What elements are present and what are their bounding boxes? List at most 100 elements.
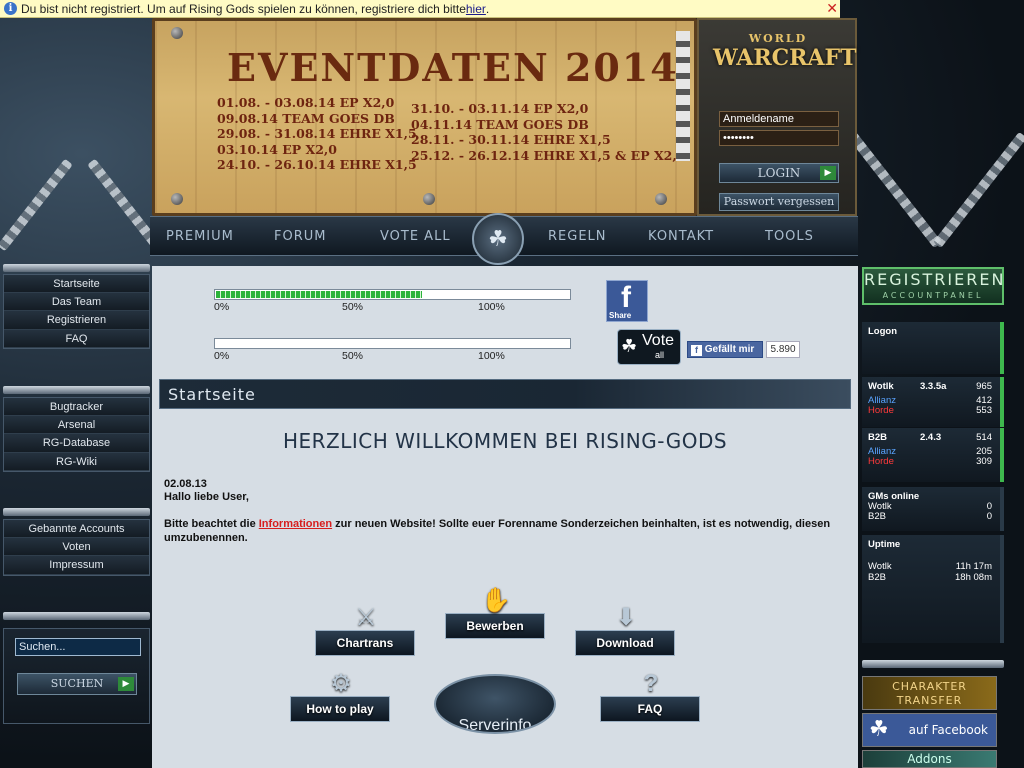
chain-decoration-left xyxy=(0,158,73,252)
password-input[interactable] xyxy=(719,130,839,146)
news-date: 02.08.13 xyxy=(164,478,207,490)
welcome-title: HERZLICH WILLKOMMEN BEI RISING-GODS xyxy=(282,429,728,453)
vote-progress-bar xyxy=(214,289,571,300)
download-tile[interactable]: ⬇ Download xyxy=(575,604,675,656)
download-icon: ⬇ xyxy=(615,604,637,631)
progress-label-50: 50% xyxy=(342,350,364,362)
horde-label: Horde xyxy=(868,405,894,416)
realm-name: B2B xyxy=(868,432,888,443)
horde-label: Horde xyxy=(868,456,894,467)
wow-logo: WORLD WARCRAFT xyxy=(713,32,857,71)
how-to-play-tile[interactable]: ⚙ How to play xyxy=(290,670,390,722)
nav-tools[interactable]: TOOLS xyxy=(765,229,814,244)
realm-version: 2.4.3 xyxy=(920,432,942,443)
menu-item-registrieren[interactable]: Registrieren xyxy=(4,311,149,330)
menu-item-bugtracker[interactable]: Bugtracker xyxy=(4,398,149,417)
facebook-share-button[interactable]: f Share xyxy=(606,280,648,322)
facebook-banner[interactable]: ☘ auf Facebook xyxy=(862,713,997,747)
realm-total: 965 xyxy=(976,381,992,392)
nav-vote-all[interactable]: VOTE ALL xyxy=(380,229,451,244)
menu-item-faq[interactable]: FAQ xyxy=(4,329,149,348)
register-here-link[interactable]: hier xyxy=(466,2,486,16)
chain-decoration-right xyxy=(847,131,943,249)
gears-icon: ⚙ xyxy=(330,670,352,697)
close-icon[interactable]: ✕ xyxy=(826,0,838,17)
nav-premium[interactable]: PREMIUM xyxy=(166,229,234,244)
event-line: 31.10. - 03.11.14 EP X2,0 xyxy=(411,101,589,116)
forgot-password-button[interactable]: Passwort vergessen xyxy=(719,193,839,211)
progress-label-100: 100% xyxy=(478,301,505,313)
b2b-status: B2B 2.4.3 514 Allianz 205 Horde 309 xyxy=(862,428,1004,482)
menu-item-gebannte-accounts[interactable]: Gebannte Accounts xyxy=(4,520,149,539)
event-line: 03.10.14 EP X2,0 xyxy=(217,141,337,157)
event-list-right: 31.10. - 03.11.14 EP X2,0 04.11.14 TEAM … xyxy=(411,101,685,163)
menu-separator xyxy=(3,612,150,620)
rivet-icon xyxy=(423,193,435,205)
rivet-icon xyxy=(171,27,183,39)
username-input[interactable] xyxy=(719,111,839,127)
main-content: 0% 50% 100% 0% 50% 100% f Share ☘ Vote a… xyxy=(152,266,858,768)
menu-item-startseite[interactable]: Startseite xyxy=(4,275,149,294)
rising-gods-logo-icon: ☘ xyxy=(621,336,638,356)
menu-item-arsenal[interactable]: Arsenal xyxy=(4,416,149,435)
register-accountpanel-button[interactable]: REGISTRIEREN ACCOUNTPANEL xyxy=(862,267,1004,305)
search-panel: SUCHEN ▶ xyxy=(3,628,150,724)
nav-forum[interactable]: FORUM xyxy=(274,229,326,244)
menu-item-impressum[interactable]: Impressum xyxy=(4,556,149,575)
left-menu-group-1: Startseite Das Team Registrieren FAQ xyxy=(3,274,150,349)
search-button[interactable]: SUCHEN ▶ xyxy=(17,673,137,695)
menu-item-rg-database[interactable]: RG-Database xyxy=(4,434,149,453)
progress-label-100: 100% xyxy=(478,350,505,362)
horde-count: 309 xyxy=(976,456,992,467)
news-body: Bitte beachtet die Informationen zur neu… xyxy=(164,518,831,544)
login-panel: WORLD WARCRAFT LOGIN ▶ Passwort vergesse… xyxy=(697,18,857,216)
logon-label: Logon xyxy=(868,326,898,337)
realm-name: Wotlk xyxy=(868,381,894,392)
faq-tile[interactable]: ? FAQ xyxy=(600,670,700,722)
like-count: 5.890 xyxy=(766,341,800,358)
event-line: 01.08. - 03.08.14 EP X2,0 xyxy=(217,95,395,110)
uptime-status: Uptime Wotlk 11h 17m B2B 18h 08m xyxy=(862,535,1004,643)
progress-label-0: 0% xyxy=(214,301,230,313)
event-line: 29.08. - 31.08.14 EHRE X1,5 xyxy=(217,126,417,141)
menu-separator xyxy=(3,264,150,272)
chartrans-tile[interactable]: ⚔ Chartrans xyxy=(315,604,415,656)
section-header: Startseite xyxy=(159,379,851,409)
search-input[interactable] xyxy=(15,638,141,656)
left-menu-group-2: Bugtracker Arsenal RG-Database RG-Wiki xyxy=(3,397,150,472)
event-list-left: 01.08. - 03.08.14 EP X2,0 09.08.14 TEAM … xyxy=(217,95,417,173)
menu-separator xyxy=(862,660,1004,668)
event-line: 25.12. - 26.12.14 EHRE X1,5 & EP X2,0 xyxy=(411,147,686,163)
notice-end: . xyxy=(485,1,490,16)
facebook-icon: f xyxy=(691,345,702,356)
facebook-icon: f xyxy=(621,281,631,314)
event-line: 09.08.14 TEAM GOES DB xyxy=(217,110,395,126)
informationen-link[interactable]: Informationen xyxy=(259,518,332,530)
nav-regeln[interactable]: REGELN xyxy=(548,229,607,244)
serverinfo-button[interactable]: Serverinfo xyxy=(434,674,556,734)
info-icon: i xyxy=(4,2,17,15)
wotlk-status: Wotlk 3.3.5a 965 Allianz 412 Horde 553 xyxy=(862,377,1004,427)
horde-count: 553 xyxy=(976,405,992,416)
nav-kontakt[interactable]: KONTAKT xyxy=(648,229,714,244)
question-icon: ? xyxy=(643,670,659,697)
menu-item-das-team[interactable]: Das Team xyxy=(4,293,149,312)
event-line: 28.11. - 30.11.14 EHRE X1,5 xyxy=(411,132,611,147)
vote-all-button[interactable]: ☘ Vote all xyxy=(617,329,681,365)
rivet-icon xyxy=(655,193,667,205)
login-button[interactable]: LOGIN ▶ xyxy=(719,163,839,183)
rising-gods-emblem-icon[interactable]: ☘ xyxy=(472,213,524,265)
facebook-like-button[interactable]: f Gefällt mir xyxy=(687,341,763,358)
progress-fill xyxy=(216,291,422,298)
character-transfer-banner[interactable]: CHARAKTER TRANSFER xyxy=(862,676,997,710)
menu-item-rg-wiki[interactable]: RG-Wiki xyxy=(4,452,149,471)
menu-item-voten[interactable]: Voten xyxy=(4,538,149,557)
addons-banner[interactable]: Addons xyxy=(862,750,997,768)
logon-status: Logon xyxy=(862,322,1004,374)
arrow-right-icon: ▶ xyxy=(820,166,836,180)
event-line: 04.11.14 TEAM GOES DB xyxy=(411,116,589,132)
bewerben-tile[interactable]: ✋ Bewerben xyxy=(445,587,545,639)
characters-icon: ⚔ xyxy=(355,604,377,631)
event-banner: EVENTDATEN 2014 01.08. - 03.08.14 EP X2,… xyxy=(152,18,697,216)
chain-decoration-right-2 xyxy=(932,131,1024,249)
